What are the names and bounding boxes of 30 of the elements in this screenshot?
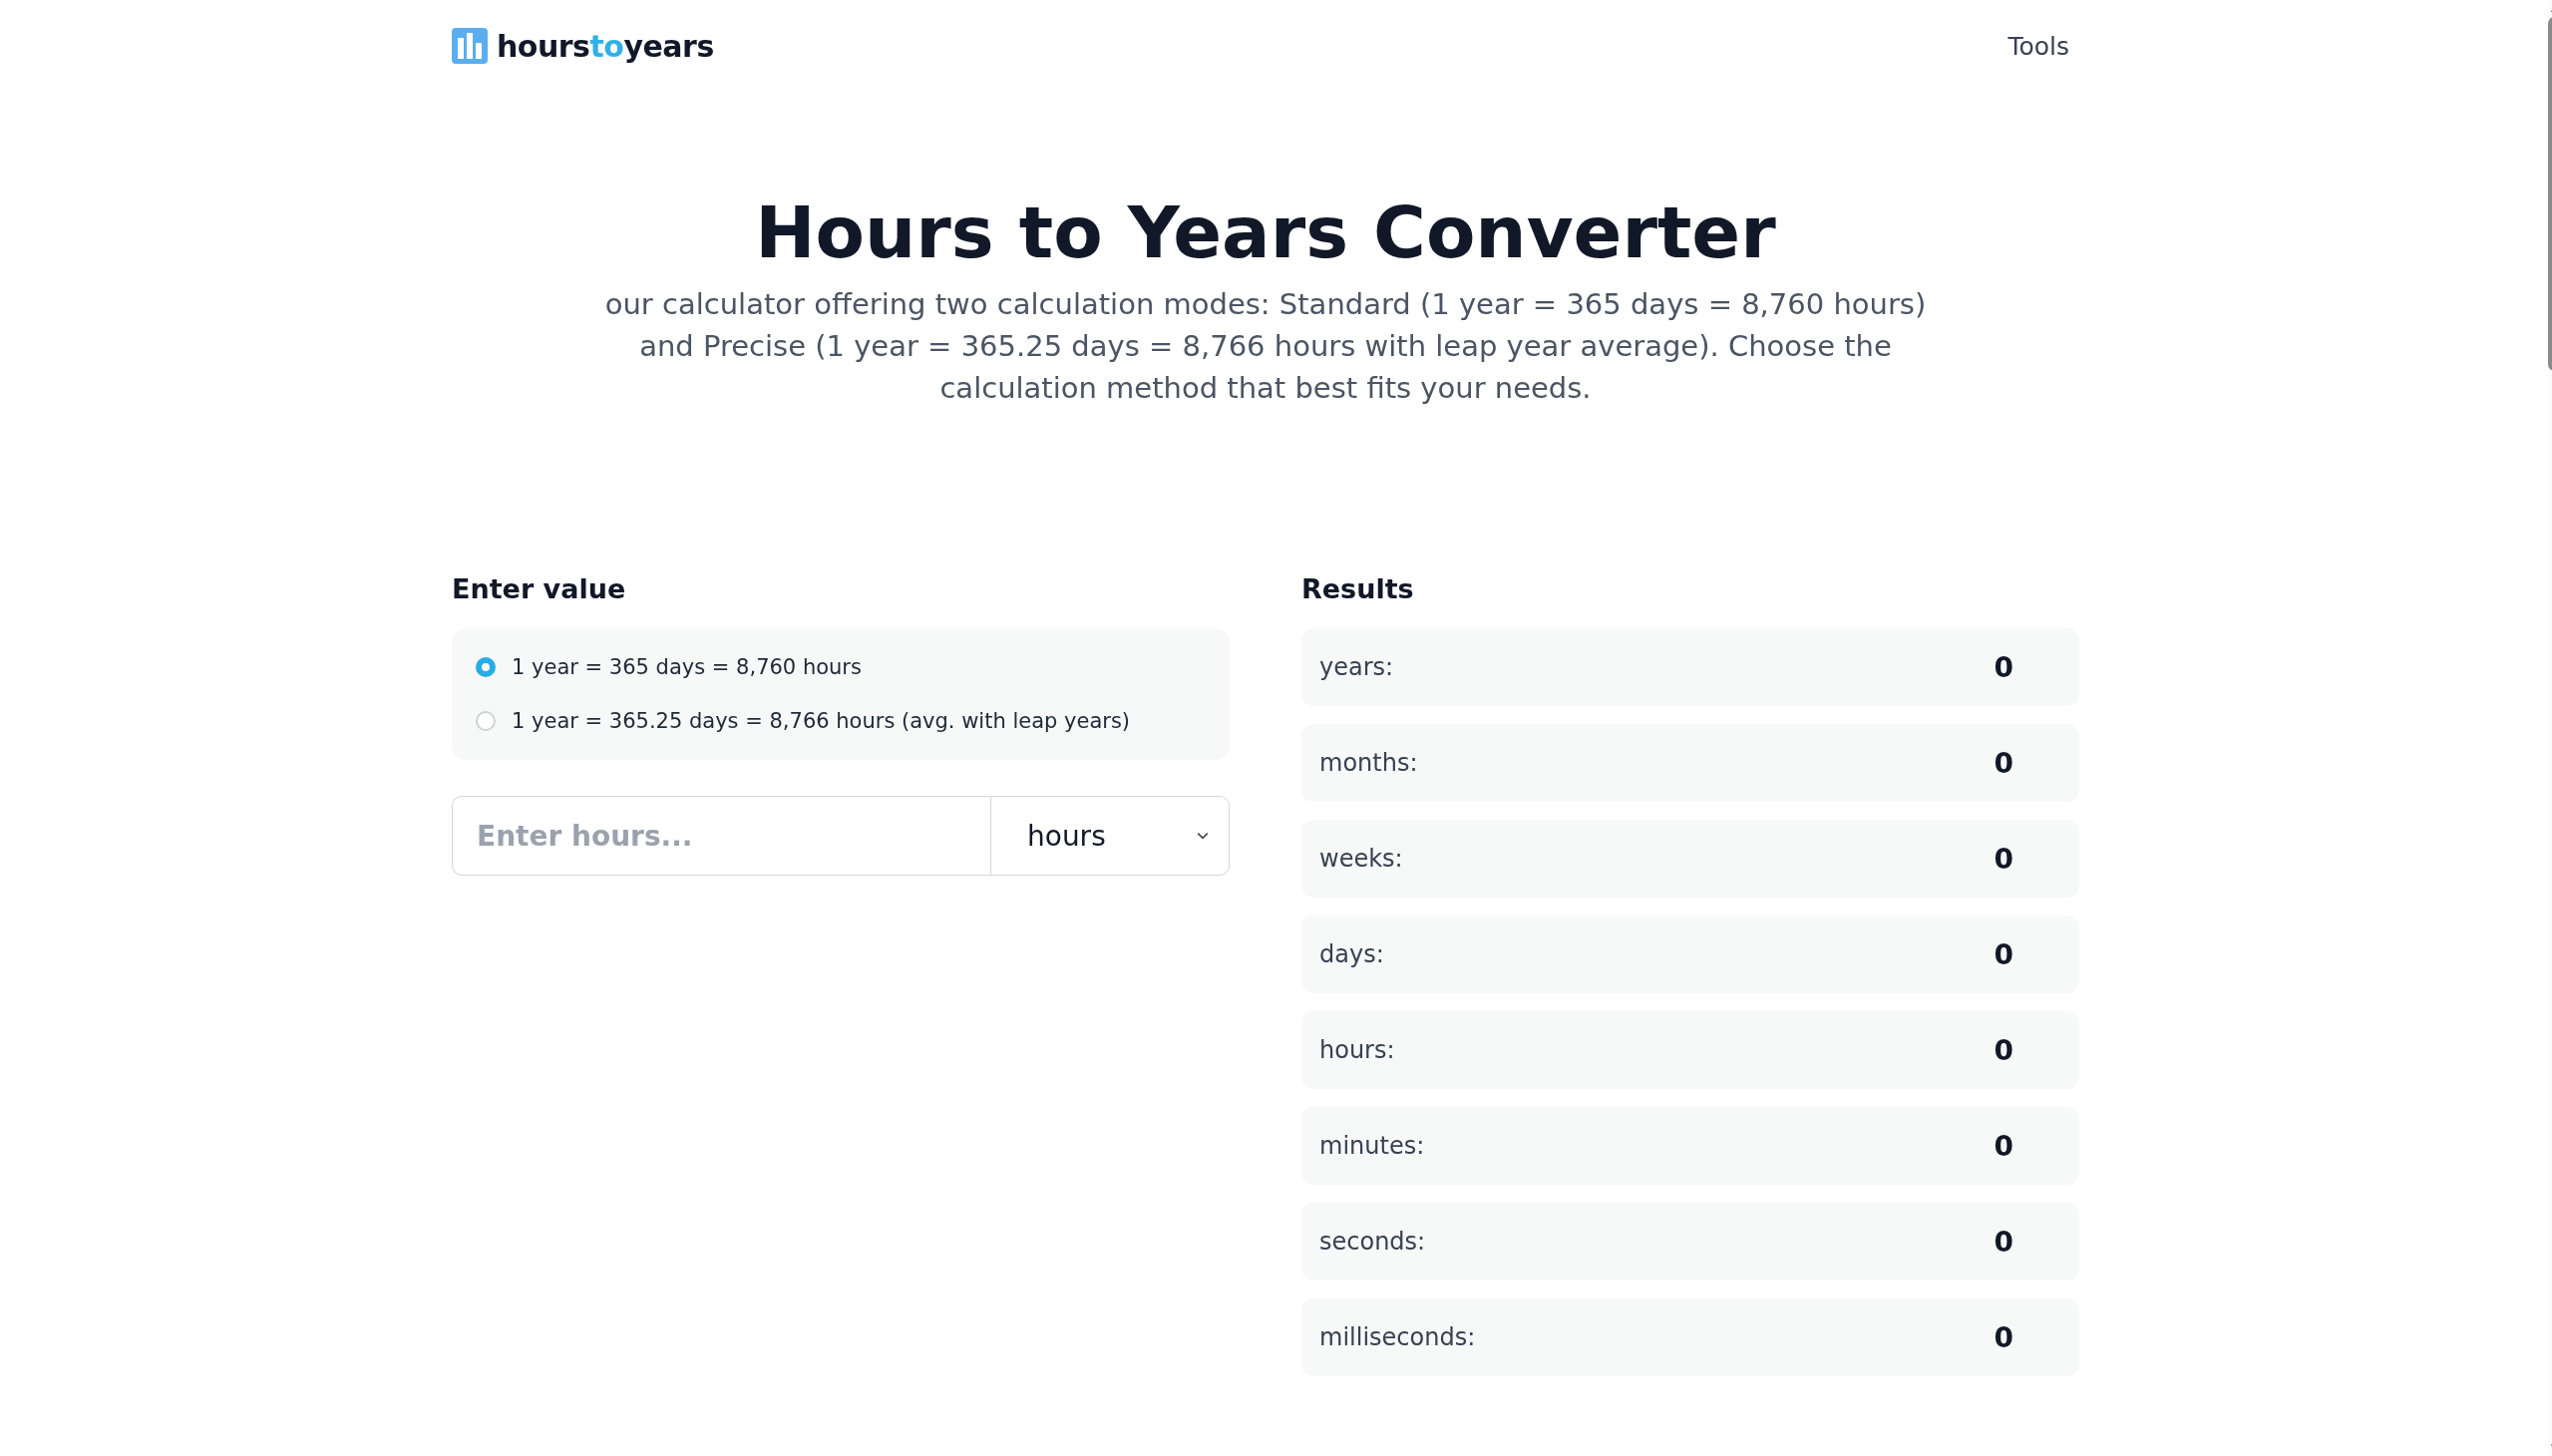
result-value: 0: [1994, 1225, 2013, 1259]
chevron-down-icon: [1197, 832, 1209, 841]
result-value: 0: [1994, 650, 2013, 684]
result-label: days:: [1319, 940, 1384, 969]
result-value: 0: [1994, 1129, 2013, 1163]
result-label: weeks:: [1319, 845, 1403, 874]
radio-label[interactable]: 1 year = 365.25 days = 8,766 hours (avg. with leap years): [512, 709, 1131, 734]
result-label: milliseconds:: [1319, 1323, 1476, 1352]
section-heading: Results: [1301, 573, 1415, 605]
result-value: 0: [1994, 746, 2013, 780]
result-label: minutes:: [1319, 1132, 1425, 1161]
page-title: Hours to Years Converter: [754, 189, 1777, 276]
logo-icon: [452, 28, 488, 64]
result-label: hours:: [1319, 1036, 1395, 1065]
result-value: 0: [1994, 842, 2013, 876]
result-value: 0: [1994, 1033, 2013, 1067]
result-label: seconds:: [1319, 1228, 1426, 1257]
section-heading: Enter value: [452, 573, 627, 605]
nav-link[interactable]: Tools: [2007, 31, 2069, 61]
logo-text[interactable]: hourstoyears: [497, 28, 714, 64]
unit-select[interactable]: hours: [990, 796, 1230, 877]
radio-button[interactable]: [476, 657, 496, 678]
radio-button[interactable]: [476, 711, 496, 732]
radio-label[interactable]: 1 year = 365 days = 8,760 hours: [512, 655, 862, 680]
result-value: 0: [1994, 937, 2013, 971]
result-label: years:: [1319, 653, 1394, 682]
description: our calculator offering two calculation modes: Standard (1 year = 365 days = 8,760 hours) and Precise (1 year = 365.25 days = 8,766 hours with leap year average). Choose the calculation method that best fits your needs.: [603, 286, 1928, 408]
result-value: 0: [1994, 1320, 2013, 1354]
result-label: months:: [1319, 749, 1418, 778]
hours-input[interactable]: Enter hours...: [452, 796, 990, 877]
